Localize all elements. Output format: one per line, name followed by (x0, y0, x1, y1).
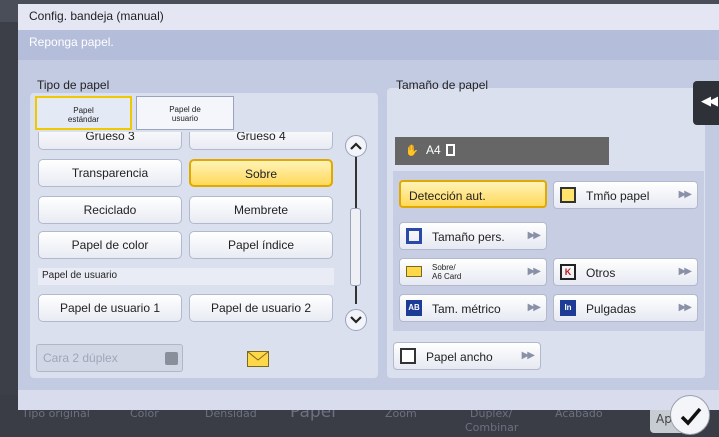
paper-colored-button[interactable]: Papel de color (38, 231, 182, 259)
others-button[interactable]: K Otros ▶▶ (553, 258, 698, 286)
duplex-label: Cara 2 dúplex (43, 351, 118, 365)
metric-label: Tam. métrico (432, 302, 501, 316)
envelope-a6-label: Sobre/A6 Card (432, 263, 461, 281)
dialog-title: Config. bandeja (manual) (18, 4, 719, 30)
checkmark-icon (680, 407, 702, 426)
user-paper-section-label: Papel de usuario (38, 268, 334, 285)
auto-detect-button[interactable]: Detección aut. (399, 180, 547, 208)
wide-paper-button[interactable]: Papel ancho ▶▶ (393, 342, 541, 370)
portrait-page-icon (446, 144, 456, 156)
user-paper-2-button[interactable]: Papel de usuario 2 (189, 294, 333, 322)
paper-size-label: Tamaño de papel (396, 78, 489, 92)
others-label: Otros (586, 266, 616, 280)
paper-size-button[interactable]: Tmño papel ▶▶ (553, 181, 698, 209)
arrow-right-icon: ▶▶ (521, 350, 535, 361)
scrollbar-thumb[interactable] (350, 208, 361, 286)
metric-icon: AB (406, 300, 422, 316)
arrow-right-icon: ▶▶ (527, 266, 541, 277)
others-icon: K (560, 264, 576, 280)
custom-size-label: Tamaño pers. (432, 230, 505, 244)
duplex-side2-toggle[interactable]: Cara 2 dúplex (36, 344, 183, 372)
dialog-message: Reponga papel. (18, 30, 719, 60)
tab-standard-paper[interactable]: Papel estándar (35, 96, 132, 130)
inches-icon: In (560, 300, 576, 316)
hand-icon: ✋ (405, 145, 419, 157)
envelope-icon (247, 351, 269, 367)
current-size-display: ✋ A4 (395, 137, 609, 165)
user-paper-1-button[interactable]: Papel de usuario 1 (38, 294, 182, 322)
envelope-a6-line2: A6 Card (432, 272, 462, 281)
chevron-up-icon (350, 142, 362, 150)
envelope-a6-button[interactable]: Sobre/A6 Card ▶▶ (399, 258, 547, 286)
paper-type-label: Tipo de papel (37, 78, 110, 92)
tab-user-label: Papel de usuario (169, 105, 201, 123)
envelope-icon (406, 266, 422, 277)
double-arrow-left-icon: ◀◀ (701, 94, 718, 109)
arrow-right-icon: ▶▶ (527, 302, 541, 313)
paper-size-button-label: Tmño papel (586, 189, 650, 203)
paper-heavy3-button[interactable]: Grueso 3 (38, 132, 182, 150)
paper-letterhead-button[interactable]: Membrete (189, 196, 333, 224)
paper-index-button[interactable]: Papel índice (189, 231, 333, 259)
scroll-up-button[interactable] (345, 135, 367, 157)
inches-label: Pulgadas (586, 302, 637, 316)
paper-transparency-button[interactable]: Transparencia (38, 159, 182, 187)
collapse-panel-button[interactable]: ◀◀ (693, 81, 719, 125)
scroll-down-button[interactable] (345, 309, 367, 331)
auto-detect-label: Detección aut. (409, 189, 486, 203)
paper-envelope-button[interactable]: Sobre (189, 159, 333, 187)
arrow-right-icon: ▶▶ (678, 266, 692, 277)
arrow-right-icon: ▶▶ (527, 230, 541, 241)
tab-user-paper[interactable]: Papel de usuario (136, 96, 234, 130)
duplex-checkbox-icon (165, 352, 178, 365)
wide-paper-icon (400, 348, 416, 364)
paper-type-list: Grueso 3 Grueso 4 Transparencia Sobre Re… (34, 132, 339, 332)
current-size-value: A4 (426, 143, 441, 157)
inches-button[interactable]: In Pulgadas ▶▶ (553, 294, 698, 322)
tab-standard-label: Papel estándar (67, 106, 100, 124)
arrow-right-icon: ▶▶ (678, 302, 692, 313)
ok-check-button[interactable] (670, 395, 710, 435)
arrow-right-icon: ▶▶ (678, 189, 692, 200)
paper-size-icon (560, 187, 576, 203)
custom-size-button[interactable]: Tamaño pers. ▶▶ (399, 222, 547, 250)
custom-size-icon (406, 228, 422, 244)
paper-heavy4-button[interactable]: Grueso 4 (189, 132, 333, 150)
bg-tab-combine: Combinar (465, 421, 519, 434)
chevron-down-icon (350, 316, 362, 324)
dialog-footer (18, 390, 719, 410)
envelope-a6-line1: Sobre/ (432, 263, 456, 272)
metric-size-button[interactable]: AB Tam. métrico ▶▶ (399, 294, 547, 322)
paper-recycled-button[interactable]: Reciclado (38, 196, 182, 224)
wide-paper-label: Papel ancho (426, 350, 493, 364)
